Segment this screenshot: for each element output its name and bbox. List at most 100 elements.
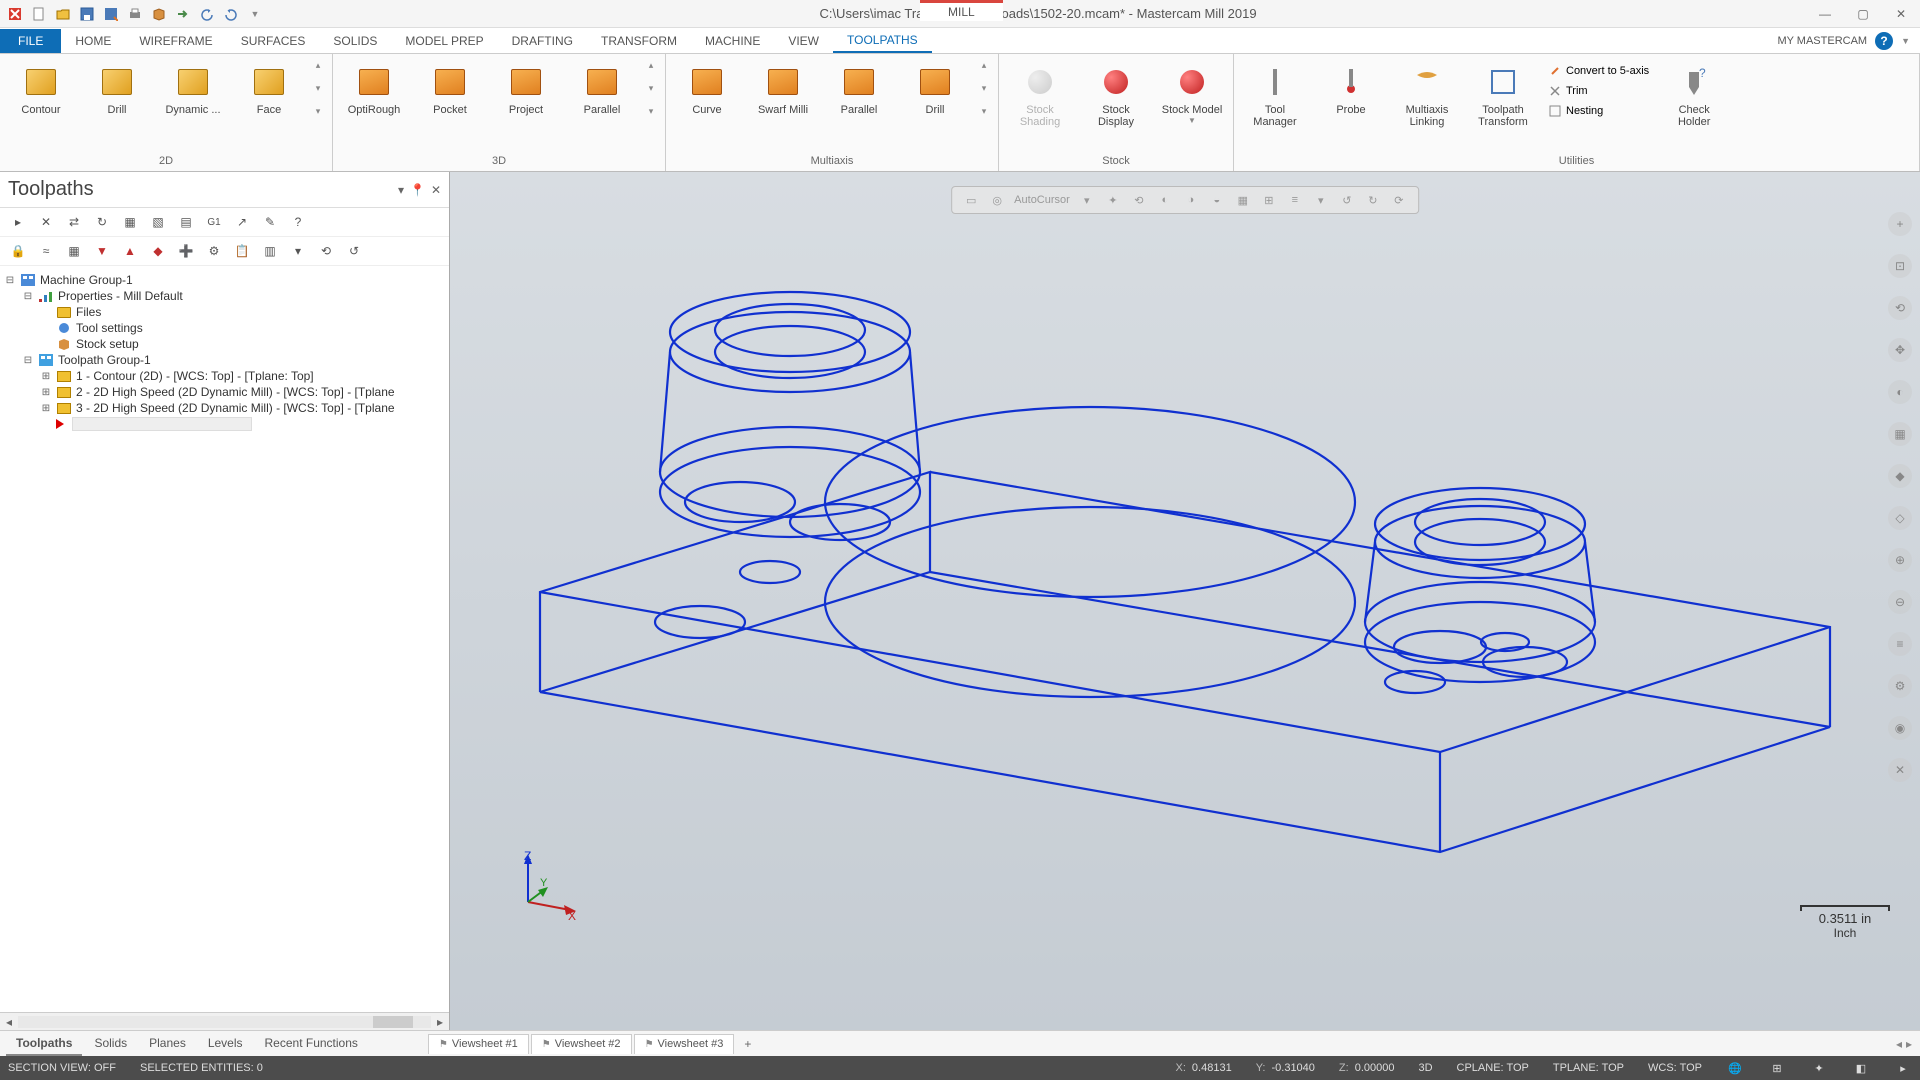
rt-fit-icon[interactable]: ⊡ <box>1888 254 1912 278</box>
tree-op-3[interactable]: ⊞3 - 2D High Speed (2D Dynamic Mill) - [… <box>4 400 445 416</box>
parallel-3d-button[interactable]: Parallel <box>567 60 637 118</box>
btab-recent[interactable]: Recent Functions <box>255 1032 368 1056</box>
tab-drafting[interactable]: DRAFTING <box>498 30 587 52</box>
status-section-view[interactable]: SECTION VIEW: OFF <box>8 1062 116 1074</box>
undo-icon[interactable] <box>196 3 218 25</box>
rt-7-icon[interactable]: ◆ <box>1888 464 1912 488</box>
tb2-10-icon[interactable]: ▥ <box>260 241 280 261</box>
group-3d-expand[interactable]: ▴▾▾ <box>643 60 659 117</box>
tree-tool-settings[interactable]: Tool settings <box>4 320 445 336</box>
lock-icon[interactable]: 🔒 <box>8 241 28 261</box>
tab-machine[interactable]: MACHINE <box>691 30 774 52</box>
arrow-icon[interactable] <box>172 3 194 25</box>
save-icon[interactable] <box>76 3 98 25</box>
rt-rotate-icon[interactable]: ⟲ <box>1888 296 1912 320</box>
tb2-2-icon[interactable]: ≈ <box>36 241 56 261</box>
deselect-icon[interactable]: ✕ <box>36 212 56 232</box>
group-2d-expand[interactable]: ▴▾▾ <box>310 60 326 117</box>
my-mastercam-link[interactable]: MY MASTERCAM <box>1777 35 1867 47</box>
viewsheet-1[interactable]: ⚑Viewsheet #1 <box>428 1034 529 1054</box>
sb-grid-icon[interactable]: ⊞ <box>1768 1059 1786 1077</box>
rt-8-icon[interactable]: ◇ <box>1888 506 1912 530</box>
tb2-8-icon[interactable]: ⚙ <box>204 241 224 261</box>
rt-11-icon[interactable]: ≡ <box>1888 632 1912 656</box>
rt-12-icon[interactable]: ⚙ <box>1888 674 1912 698</box>
stock-model-button[interactable]: Stock Model▼ <box>1157 60 1227 127</box>
probe-button[interactable]: Probe <box>1316 60 1386 118</box>
status-cplane[interactable]: CPLANE: TOP <box>1457 1062 1529 1074</box>
context-tab-mill[interactable]: MILL <box>920 0 1003 21</box>
parallel-ma-button[interactable]: Parallel <box>824 60 894 118</box>
toolpath-transform-button[interactable]: Toolpath Transform <box>1468 60 1538 130</box>
curve-button[interactable]: Curve <box>672 60 742 118</box>
btab-toolpaths[interactable]: Toolpaths <box>6 1032 82 1056</box>
maximize-button[interactable]: ▢ <box>1848 3 1878 25</box>
tree-properties[interactable]: ⊟Properties - Mill Default <box>4 288 445 304</box>
tree-stock-setup[interactable]: Stock setup <box>4 336 445 352</box>
tree-machine-group[interactable]: ⊟Machine Group-1 <box>4 272 445 288</box>
project-button[interactable]: Project <box>491 60 561 118</box>
multiaxis-link-button[interactable]: Multiaxis Linking <box>1392 60 1462 130</box>
tree-down-icon[interactable]: ▼ <box>92 241 112 261</box>
sb-color-icon[interactable]: ◧ <box>1852 1059 1870 1077</box>
rt-13-icon[interactable]: ◉ <box>1888 716 1912 740</box>
stock-display-button[interactable]: Stock Display <box>1081 60 1151 130</box>
toggle-icon[interactable]: ⇄ <box>64 212 84 232</box>
tb2-9-icon[interactable]: 📋 <box>232 241 252 261</box>
btab-solids[interactable]: Solids <box>84 1032 137 1056</box>
app-icon[interactable] <box>4 3 26 25</box>
rt-14-icon[interactable]: ✕ <box>1888 758 1912 782</box>
rt-pan-icon[interactable]: ✥ <box>1888 338 1912 362</box>
tree-op-2[interactable]: ⊞2 - 2D High Speed (2D Dynamic Mill) - [… <box>4 384 445 400</box>
tab-wireframe[interactable]: WIREFRAME <box>125 30 226 52</box>
tb2-13-icon[interactable]: ↺ <box>344 241 364 261</box>
tab-view[interactable]: VIEW <box>774 30 833 52</box>
btab-levels[interactable]: Levels <box>198 1032 253 1056</box>
tree-up-icon[interactable]: ▲ <box>120 241 140 261</box>
tb2-6-icon[interactable]: ◆ <box>148 241 168 261</box>
qat-dropdown-icon[interactable]: ▼ <box>244 3 266 25</box>
minimize-button[interactable]: — <box>1810 3 1840 25</box>
rt-zoom-icon[interactable]: + <box>1888 212 1912 236</box>
swarf-button[interactable]: Swarf Milli <box>748 60 818 118</box>
help-icon[interactable]: ? <box>1875 32 1893 50</box>
print-icon[interactable] <box>124 3 146 25</box>
redo-icon[interactable] <box>220 3 242 25</box>
rt-shade-icon[interactable]: ◐ <box>1888 380 1912 404</box>
tree-files[interactable]: Files <box>4 304 445 320</box>
panel-close-icon[interactable]: ✕ <box>431 183 441 197</box>
drill-2d-button[interactable]: Drill <box>82 60 152 118</box>
open-icon[interactable] <box>52 3 74 25</box>
tree-insertion-marker[interactable] <box>4 416 445 432</box>
panel-dropdown-icon[interactable]: ▾ <box>398 183 404 197</box>
viewsheet-3[interactable]: ⚑Viewsheet #3 <box>634 1034 735 1054</box>
sheet-next-icon[interactable]: ▸ <box>1906 1037 1912 1051</box>
select-icon[interactable]: ▸ <box>8 212 28 232</box>
tab-model-prep[interactable]: MODEL PREP <box>391 30 497 52</box>
face-button[interactable]: Face <box>234 60 304 118</box>
tool-manager-button[interactable]: Tool Manager <box>1240 60 1310 130</box>
tb-10-icon[interactable]: ✎ <box>260 212 280 232</box>
trim-button[interactable]: Trim <box>1544 82 1653 100</box>
tb-7-icon[interactable]: ▤ <box>176 212 196 232</box>
tb-g1-icon[interactable]: G1 <box>204 212 224 232</box>
drill-ma-button[interactable]: Drill <box>900 60 970 118</box>
panel-pin-icon[interactable]: 📍 <box>410 183 425 197</box>
nesting-button[interactable]: Nesting <box>1544 102 1653 120</box>
pocket-button[interactable]: Pocket <box>415 60 485 118</box>
tab-solids[interactable]: SOLIDS <box>319 30 391 52</box>
add-viewsheet-button[interactable]: + <box>736 1034 759 1054</box>
sb-axis-icon[interactable]: ✦ <box>1810 1059 1828 1077</box>
tb-6-icon[interactable]: ▧ <box>148 212 168 232</box>
status-mode[interactable]: 3D <box>1418 1062 1432 1074</box>
rt-wire-icon[interactable]: ▦ <box>1888 422 1912 446</box>
tree-op-1[interactable]: ⊞1 - Contour (2D) - [WCS: Top] - [Tplane… <box>4 368 445 384</box>
tab-file[interactable]: FILE <box>0 29 61 53</box>
tb-9-icon[interactable]: ↗ <box>232 212 252 232</box>
tb-5-icon[interactable]: ▦ <box>120 212 140 232</box>
tb2-3-icon[interactable]: ▦ <box>64 241 84 261</box>
scroll-left-icon[interactable]: ◂ <box>0 1015 18 1029</box>
sb-globe-icon[interactable]: 🌐 <box>1726 1059 1744 1077</box>
viewsheet-2[interactable]: ⚑Viewsheet #2 <box>531 1034 632 1054</box>
rt-9-icon[interactable]: ⊕ <box>1888 548 1912 572</box>
